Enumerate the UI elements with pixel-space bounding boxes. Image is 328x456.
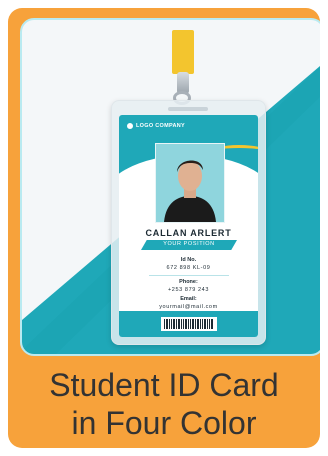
email-label: Email: bbox=[180, 296, 197, 302]
id-value: 672 898 KL-09 bbox=[166, 265, 211, 271]
product-frame: LOGO COMPANY CALLAN ARLERT YOUR POSITION… bbox=[8, 8, 320, 448]
position-label: YOUR POSITION bbox=[163, 241, 215, 247]
phone-label: Phone: bbox=[179, 279, 198, 285]
divider bbox=[149, 275, 229, 276]
barcode-icon bbox=[161, 317, 217, 331]
email-value: yourmail@mail.com bbox=[159, 304, 218, 310]
person-portrait-icon bbox=[155, 143, 225, 223]
phone-value: +253 879 243 bbox=[168, 287, 209, 293]
company-logo: LOGO COMPANY bbox=[127, 123, 185, 129]
student-name: CALLAN ARLERT bbox=[145, 228, 232, 238]
id-label: Id No. bbox=[180, 257, 197, 263]
id-card: LOGO COMPANY CALLAN ARLERT YOUR POSITION… bbox=[119, 115, 258, 337]
holder-slot bbox=[168, 107, 208, 111]
logo-text: LOGO COMPANY bbox=[136, 123, 186, 129]
preview-panel: LOGO COMPANY CALLAN ARLERT YOUR POSITION… bbox=[20, 18, 320, 356]
lanyard-strap bbox=[172, 30, 194, 74]
caption-line-1: Student ID Card bbox=[49, 367, 279, 403]
badge-holder: LOGO COMPANY CALLAN ARLERT YOUR POSITION… bbox=[111, 100, 266, 345]
logo-mark-icon bbox=[127, 123, 133, 129]
portrait-svg bbox=[156, 144, 224, 222]
product-caption: Student ID Card in Four Color bbox=[8, 356, 320, 448]
caption-line-2: in Four Color bbox=[71, 405, 257, 441]
